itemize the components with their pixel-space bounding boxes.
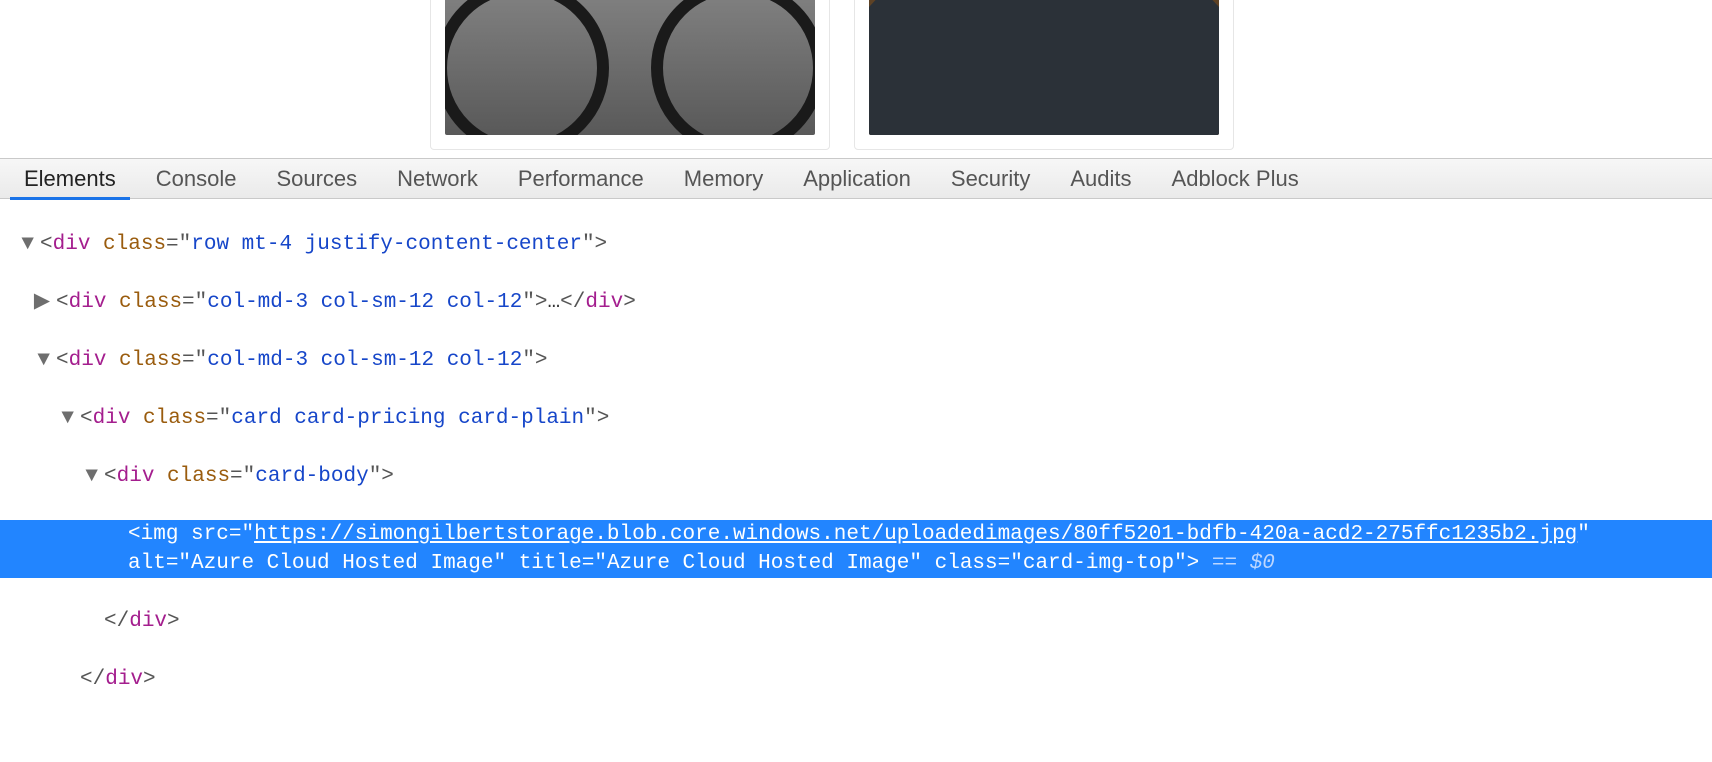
dom-node-close[interactable]: </div> (0, 665, 1712, 694)
page-content-preview (0, 0, 1712, 158)
selection-marker: == $0 (1199, 552, 1275, 575)
tab-application[interactable]: Application (783, 159, 931, 199)
tab-console[interactable]: Console (136, 159, 257, 199)
tab-audits[interactable]: Audits (1050, 159, 1151, 199)
card-image-portrait (869, 0, 1219, 135)
expand-arrow-icon[interactable]: ▶ (0, 288, 56, 317)
dom-node[interactable]: ▼<div class="card-body"> (0, 462, 1712, 491)
tab-security[interactable]: Security (931, 159, 1050, 199)
dom-node-selected[interactable]: <img src="https://simongilbertstorage.bl… (0, 520, 1712, 578)
page-card (430, 0, 830, 150)
expand-arrow-icon[interactable]: ▼ (0, 404, 80, 433)
expand-arrow-icon[interactable]: ▼ (0, 230, 40, 259)
tab-sources[interactable]: Sources (256, 159, 377, 199)
dom-node[interactable]: ▼<div class="col-md-3 col-sm-12 col-12"> (0, 346, 1712, 375)
elements-tree[interactable]: ▼<div class="row mt-4 justify-content-ce… (0, 199, 1712, 762)
devtools-tabbar: Elements Console Sources Network Perform… (0, 159, 1712, 199)
dom-node[interactable]: ▼<div class="row mt-4 justify-content-ce… (0, 230, 1712, 259)
devtools-panel: Elements Console Sources Network Perform… (0, 158, 1712, 762)
dom-node[interactable]: ▼<div class="card card-pricing card-plai… (0, 404, 1712, 433)
tab-performance[interactable]: Performance (498, 159, 664, 199)
tab-memory[interactable]: Memory (664, 159, 783, 199)
tab-adblock[interactable]: Adblock Plus (1152, 159, 1319, 199)
expand-arrow-icon[interactable]: ▼ (0, 462, 104, 491)
card-image-bicycle (445, 0, 815, 135)
tab-elements[interactable]: Elements (4, 159, 136, 199)
dom-node-close[interactable]: </div> (0, 607, 1712, 636)
dom-node[interactable]: ▶<div class="col-md-3 col-sm-12 col-12">… (0, 288, 1712, 317)
page-card (854, 0, 1234, 150)
tab-network[interactable]: Network (377, 159, 498, 199)
expand-arrow-icon[interactable]: ▼ (0, 346, 56, 375)
